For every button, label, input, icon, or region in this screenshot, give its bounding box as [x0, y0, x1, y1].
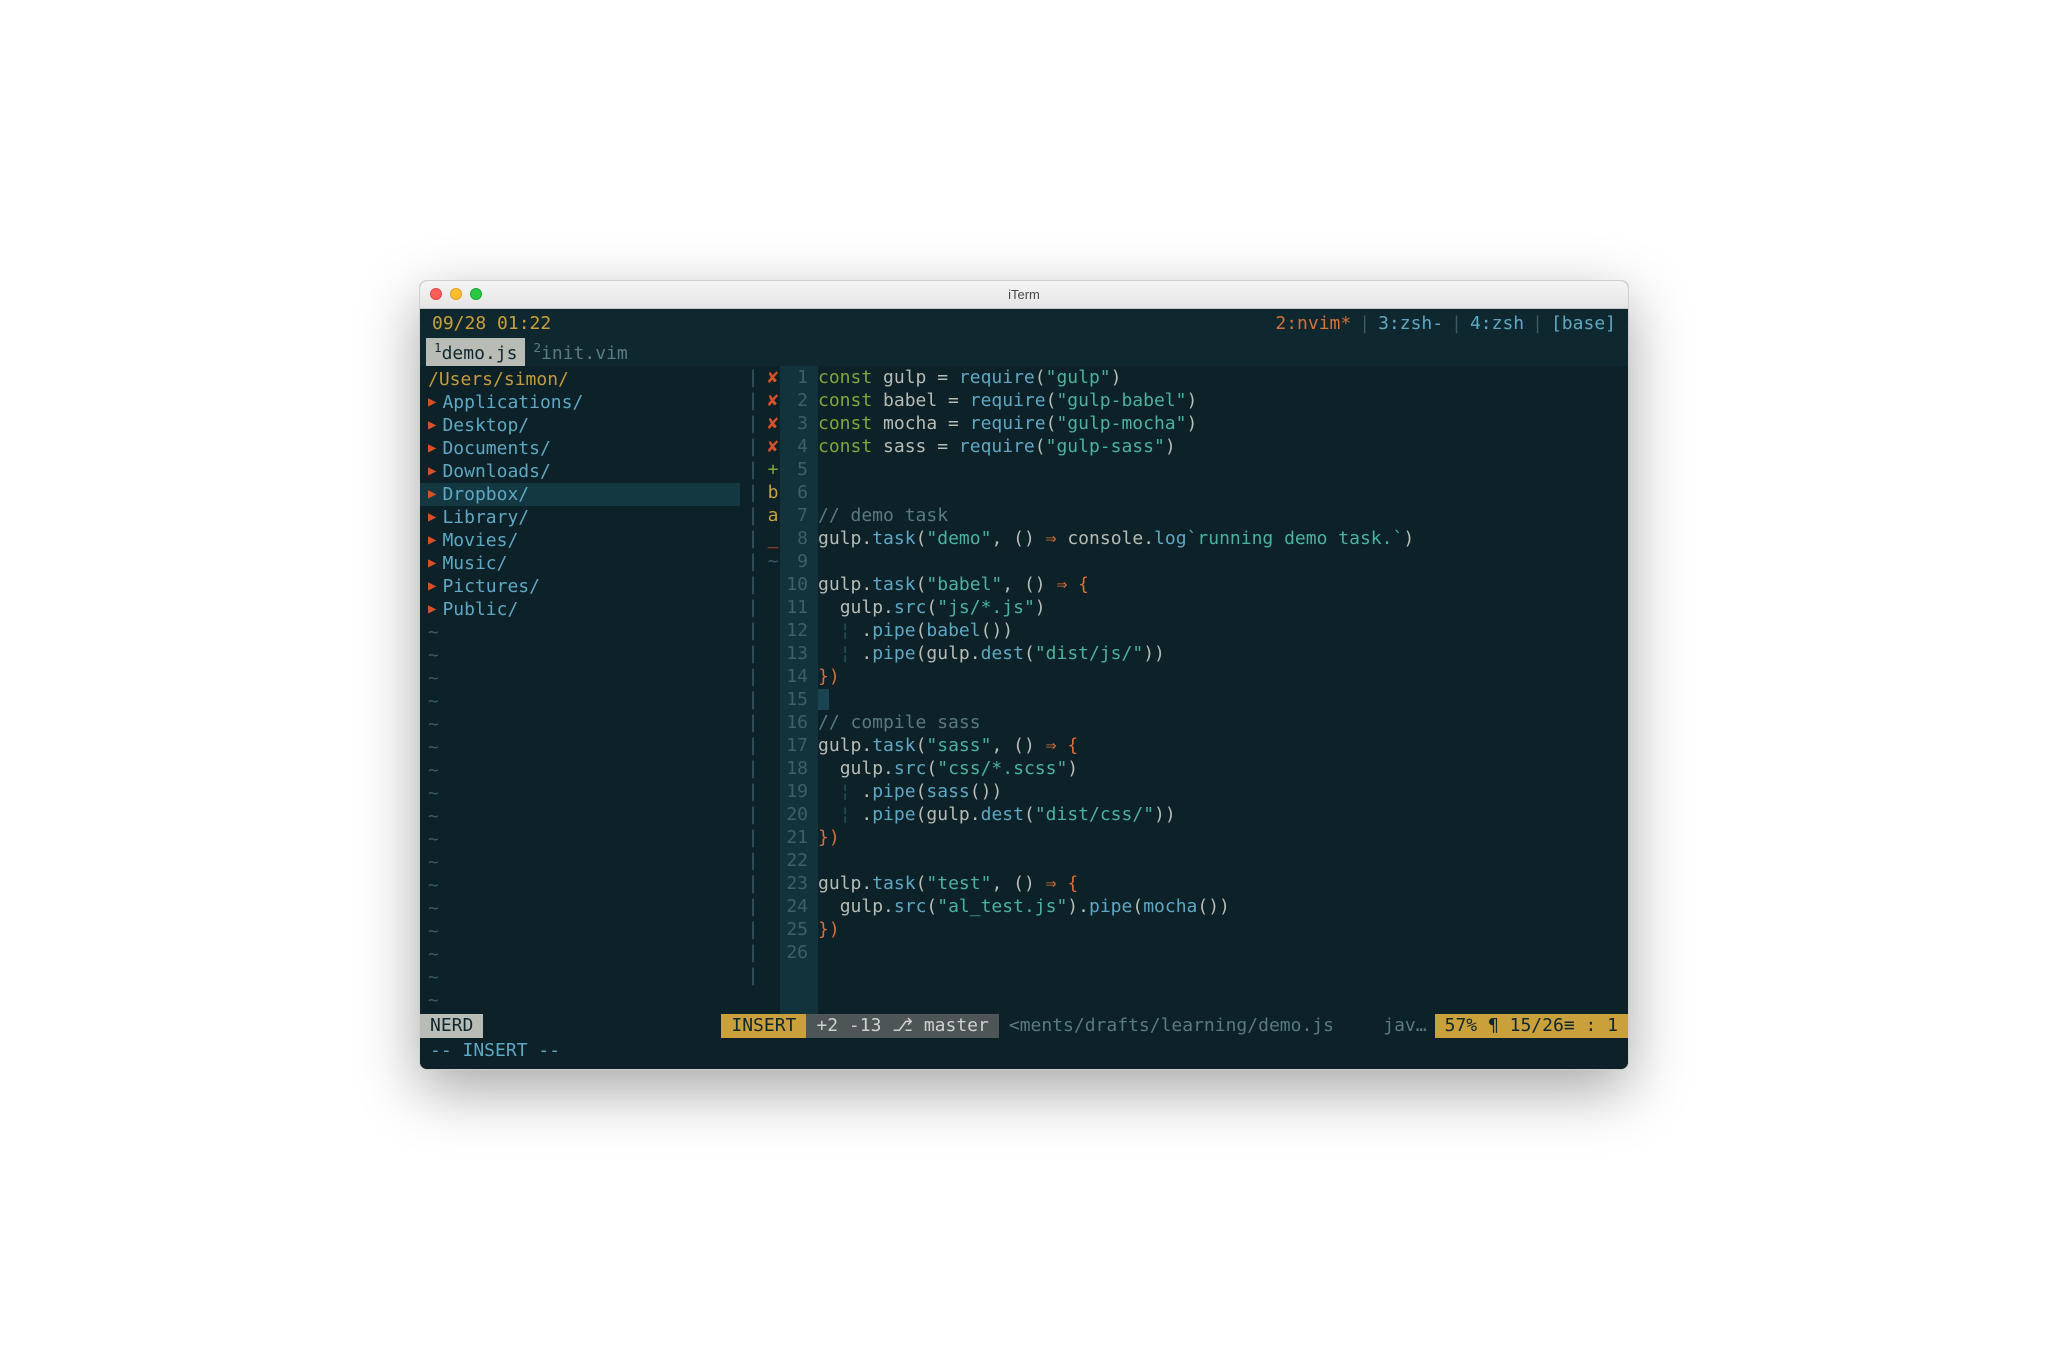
empty-line: ~	[420, 805, 740, 828]
code-line[interactable]	[818, 458, 1618, 481]
buffer-tab[interactable]: 2init.vim	[525, 338, 635, 366]
code-line[interactable]: ¦ .pipe(gulp.dest("dist/js/"))	[818, 642, 1618, 665]
status-position: 57% ¶ 15/26≡ : 1	[1435, 1014, 1628, 1038]
status-git: +2 -13 ⎇ master	[806, 1014, 998, 1038]
folder-icon: ▶	[428, 575, 436, 598]
vim-statusbar: NERD INSERT +2 -13 ⎇ master <ments/draft…	[420, 1014, 1628, 1038]
tree-item[interactable]: ▶Library/	[420, 506, 740, 529]
code-line[interactable]: gulp.src("js/*.js")	[818, 596, 1618, 619]
folder-icon: ▶	[428, 414, 436, 437]
separator: |	[1359, 313, 1370, 334]
empty-line: ~	[420, 759, 740, 782]
code-line[interactable]: const sass = require("gulp-sass")	[818, 435, 1618, 458]
tree-item[interactable]: ▶Dropbox/	[420, 483, 740, 506]
tree-item[interactable]: ▶Music/	[420, 552, 740, 575]
code-line[interactable]: const babel = require("gulp-babel")	[818, 389, 1618, 412]
file-tree[interactable]: /Users/simon/ ▶Applications/▶Desktop/▶Do…	[420, 366, 740, 1014]
code-line[interactable]: gulp.src("al_test.js").pipe(mocha())	[818, 895, 1618, 918]
empty-line: ~	[420, 644, 740, 667]
tmux-tab-zsh3[interactable]: 3:zsh-	[1378, 313, 1443, 334]
code-line[interactable]	[818, 550, 1618, 573]
code-line[interactable]	[818, 688, 1618, 711]
titlebar: iTerm	[420, 281, 1628, 309]
empty-line: ~	[420, 690, 740, 713]
folder-icon: ▶	[428, 460, 436, 483]
tree-item[interactable]: ▶Applications/	[420, 391, 740, 414]
tmux-tab-nvim[interactable]: 2:nvim*	[1275, 313, 1351, 334]
code-line[interactable]: ¦ .pipe(gulp.dest("dist/css/"))	[818, 803, 1618, 826]
code-editor[interactable]: const gulp = require("gulp")const babel …	[818, 366, 1628, 1014]
tree-root-path: /Users/simon/	[420, 368, 740, 391]
empty-line: ~	[420, 920, 740, 943]
code-line[interactable]: gulp.task("test", () ⇒ {	[818, 872, 1618, 895]
code-line[interactable]: gulp.task("demo", () ⇒ console.log`runni…	[818, 527, 1618, 550]
line-numbers: 1234567891011121314151617181920212223242…	[780, 366, 818, 1014]
folder-icon: ▶	[428, 437, 436, 460]
tree-item[interactable]: ▶Pictures/	[420, 575, 740, 598]
window-title: iTerm	[420, 287, 1628, 302]
tmux-session: [base]	[1551, 313, 1616, 334]
empty-line: ~	[420, 736, 740, 759]
tmux-windows: 2:nvim* | 3:zsh- | 4:zsh | [base]	[1275, 313, 1616, 334]
tree-item[interactable]: ▶Documents/	[420, 437, 740, 460]
empty-line: ~	[420, 943, 740, 966]
tmux-statusbar: 09/28 01:22 2:nvim* | 3:zsh- | 4:zsh | […	[420, 309, 1628, 338]
empty-line: ~	[420, 874, 740, 897]
tree-item[interactable]: ▶Movies/	[420, 529, 740, 552]
clock: 09/28 01:22	[432, 313, 551, 334]
editor-main: /Users/simon/ ▶Applications/▶Desktop/▶Do…	[420, 366, 1628, 1014]
code-line[interactable]	[818, 849, 1618, 872]
empty-line: ~	[420, 713, 740, 736]
gutter-separator: |||||||||||||||||||||||||||	[740, 366, 766, 1014]
status-filetype: jav…	[1375, 1014, 1434, 1038]
folder-icon: ▶	[428, 391, 436, 414]
code-line[interactable]: gulp.src("css/*.scss")	[818, 757, 1618, 780]
tmux-tab-zsh4[interactable]: 4:zsh	[1470, 313, 1524, 334]
code-line[interactable]: })	[818, 826, 1618, 849]
terminal-window: iTerm 09/28 01:22 2:nvim* | 3:zsh- | 4:z…	[419, 280, 1629, 1070]
folder-icon: ▶	[428, 506, 436, 529]
empty-line: ~	[420, 621, 740, 644]
code-line[interactable]	[818, 941, 1618, 964]
code-line[interactable]: gulp.task("babel", () ⇒ {	[818, 573, 1618, 596]
code-line[interactable]: gulp.task("sass", () ⇒ {	[818, 734, 1618, 757]
tree-item[interactable]: ▶Desktop/	[420, 414, 740, 437]
separator: |	[1532, 313, 1543, 334]
empty-line: ~	[420, 966, 740, 989]
code-line[interactable]: // compile sass	[818, 711, 1618, 734]
code-line[interactable]: })	[818, 918, 1618, 941]
separator: |	[1451, 313, 1462, 334]
empty-line: ~	[420, 989, 740, 1012]
empty-line: ~	[420, 897, 740, 920]
status-gap	[483, 1014, 721, 1038]
command-line: -- INSERT --	[420, 1038, 1628, 1069]
code-line[interactable]: const mocha = require("gulp-mocha")	[818, 412, 1618, 435]
buffer-tab-active[interactable]: 1demo.js	[426, 338, 525, 366]
status-path: <ments/drafts/learning/demo.js	[999, 1014, 1375, 1038]
tree-item[interactable]: ▶Public/	[420, 598, 740, 621]
empty-line: ~	[420, 667, 740, 690]
code-line[interactable]: // demo task	[818, 504, 1618, 527]
status-mode: INSERT	[721, 1014, 806, 1038]
empty-line: ~	[420, 782, 740, 805]
empty-line: ~	[420, 828, 740, 851]
sign-column: ✘✘✘✘ + b a _~	[766, 366, 780, 1014]
code-line[interactable]: ¦ .pipe(babel())	[818, 619, 1618, 642]
folder-icon: ▶	[428, 598, 436, 621]
code-line[interactable]: ¦ .pipe(sass())	[818, 780, 1618, 803]
folder-icon: ▶	[428, 483, 436, 506]
folder-icon: ▶	[428, 552, 436, 575]
code-line[interactable]: })	[818, 665, 1618, 688]
folder-icon: ▶	[428, 529, 436, 552]
buffer-tabbar: 1demo.js 2init.vim	[420, 338, 1628, 366]
code-line[interactable]: const gulp = require("gulp")	[818, 366, 1618, 389]
code-line[interactable]	[818, 481, 1618, 504]
tree-item[interactable]: ▶Downloads/	[420, 460, 740, 483]
empty-line: ~	[420, 851, 740, 874]
status-nerd: NERD	[420, 1014, 483, 1038]
